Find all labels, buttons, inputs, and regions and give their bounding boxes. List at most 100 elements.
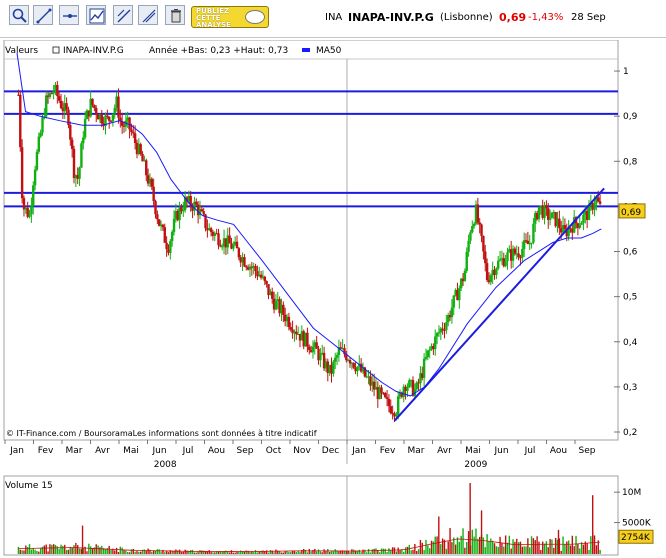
volume-panel-frame [3, 475, 619, 556]
candle-body [428, 349, 431, 351]
last-price-label: 0,69 [621, 208, 641, 218]
candle-body [597, 197, 600, 202]
candle-body [200, 209, 204, 212]
price-tick-label: 0,6 [623, 248, 638, 258]
price-tick-label: 0,3 [623, 383, 637, 393]
zoom-icon[interactable] [9, 5, 29, 25]
candle-body [472, 223, 476, 227]
price-tick-label: 0,8 [623, 157, 638, 167]
candle-body [83, 119, 87, 138]
month-label: Avr [95, 446, 110, 456]
trend-icon[interactable] [113, 5, 133, 25]
candle-body [445, 322, 448, 331]
series-swatch [52, 46, 60, 54]
candle-body [287, 316, 291, 328]
candle-body [315, 342, 318, 349]
month-label: Mar [66, 446, 83, 456]
parallel-icon[interactable] [138, 5, 158, 25]
candle-body [274, 301, 278, 310]
candle-body [91, 98, 94, 105]
candle-body [209, 228, 213, 233]
candle-body [426, 350, 430, 358]
candle-body [563, 225, 567, 229]
legend-label-valeurs: Valeurs [5, 46, 38, 56]
candle-body [100, 114, 103, 124]
candle-body [480, 224, 483, 236]
candle-body [380, 387, 383, 393]
candle-body [69, 125, 72, 140]
volume-tick-label: 10M [622, 488, 641, 498]
candle-body [424, 357, 428, 359]
indicator-icon[interactable] [86, 5, 106, 25]
candle-body [352, 362, 355, 368]
candle-body [395, 414, 398, 417]
candle-body [537, 206, 541, 220]
month-label: Aou [208, 446, 225, 456]
candle-body [458, 288, 461, 301]
candle-body [467, 240, 470, 252]
candle-body [319, 353, 322, 361]
candle-body [19, 94, 22, 148]
candle-body [598, 201, 602, 204]
candle-body [476, 204, 480, 223]
candle-body [387, 398, 391, 407]
candle-body [569, 228, 572, 230]
market-name: (Lisbonne) [440, 12, 493, 23]
candle-body [498, 259, 502, 261]
publish-analysis-button[interactable]: PUBLIEZ CETTE ANALYSE [191, 6, 269, 29]
horizontal-line-icon[interactable] [59, 5, 79, 25]
candle-body [52, 91, 55, 94]
candle-body [152, 186, 155, 202]
candle-body [78, 167, 81, 179]
candle-body [406, 386, 409, 392]
candle-body [471, 226, 474, 233]
candle-body [548, 218, 552, 220]
candle-body [517, 253, 520, 258]
candle-body [435, 333, 439, 337]
candle-body [530, 242, 533, 244]
candle-body [93, 104, 96, 109]
candle-body [311, 346, 315, 353]
draw-line-icon[interactable] [33, 5, 53, 25]
candle-body [532, 223, 535, 243]
candle-body [39, 132, 42, 137]
candle-body [130, 129, 133, 133]
candle-body [170, 231, 174, 242]
candle-body [217, 233, 220, 246]
candle-body [504, 261, 507, 267]
candle-body [434, 336, 437, 350]
month-label: Oct [266, 446, 282, 456]
candle-body [484, 251, 487, 264]
speech-bubble-icon [245, 10, 265, 24]
candle-body [593, 203, 596, 210]
candle-body [265, 281, 268, 285]
candle-body [237, 248, 241, 258]
candle-body [72, 148, 76, 179]
candle-body [232, 244, 235, 249]
candle-body [221, 246, 224, 248]
ticker-name: INAPA-INV.P.G [348, 11, 434, 24]
candle-body [465, 251, 468, 271]
candle-body [22, 198, 26, 210]
price-chart[interactable]: 10,90,80,70,60,50,40,30,20,69JanFevMarAv… [0, 40, 666, 558]
candle-body [389, 406, 392, 414]
year-label: 2008 [154, 460, 177, 470]
candle-body [384, 393, 387, 398]
year-label: 2009 [464, 460, 487, 470]
month-label: Jan [9, 446, 24, 456]
candle-body [463, 270, 467, 282]
month-label: Avr [437, 446, 452, 456]
month-label: Mai [465, 446, 481, 456]
candle-body [254, 266, 257, 272]
candle-body [107, 116, 111, 121]
month-label: Sep [579, 446, 596, 456]
month-label: Dec [322, 446, 339, 456]
price-tick-label: 0,2 [623, 428, 637, 438]
candle-body [506, 252, 509, 262]
month-label: Fev [380, 446, 396, 456]
trash-icon[interactable] [165, 5, 185, 25]
candle-body [478, 222, 481, 225]
candle-body [195, 201, 198, 205]
volume-title: Volume 15 [5, 481, 53, 491]
candle-body [182, 210, 185, 212]
